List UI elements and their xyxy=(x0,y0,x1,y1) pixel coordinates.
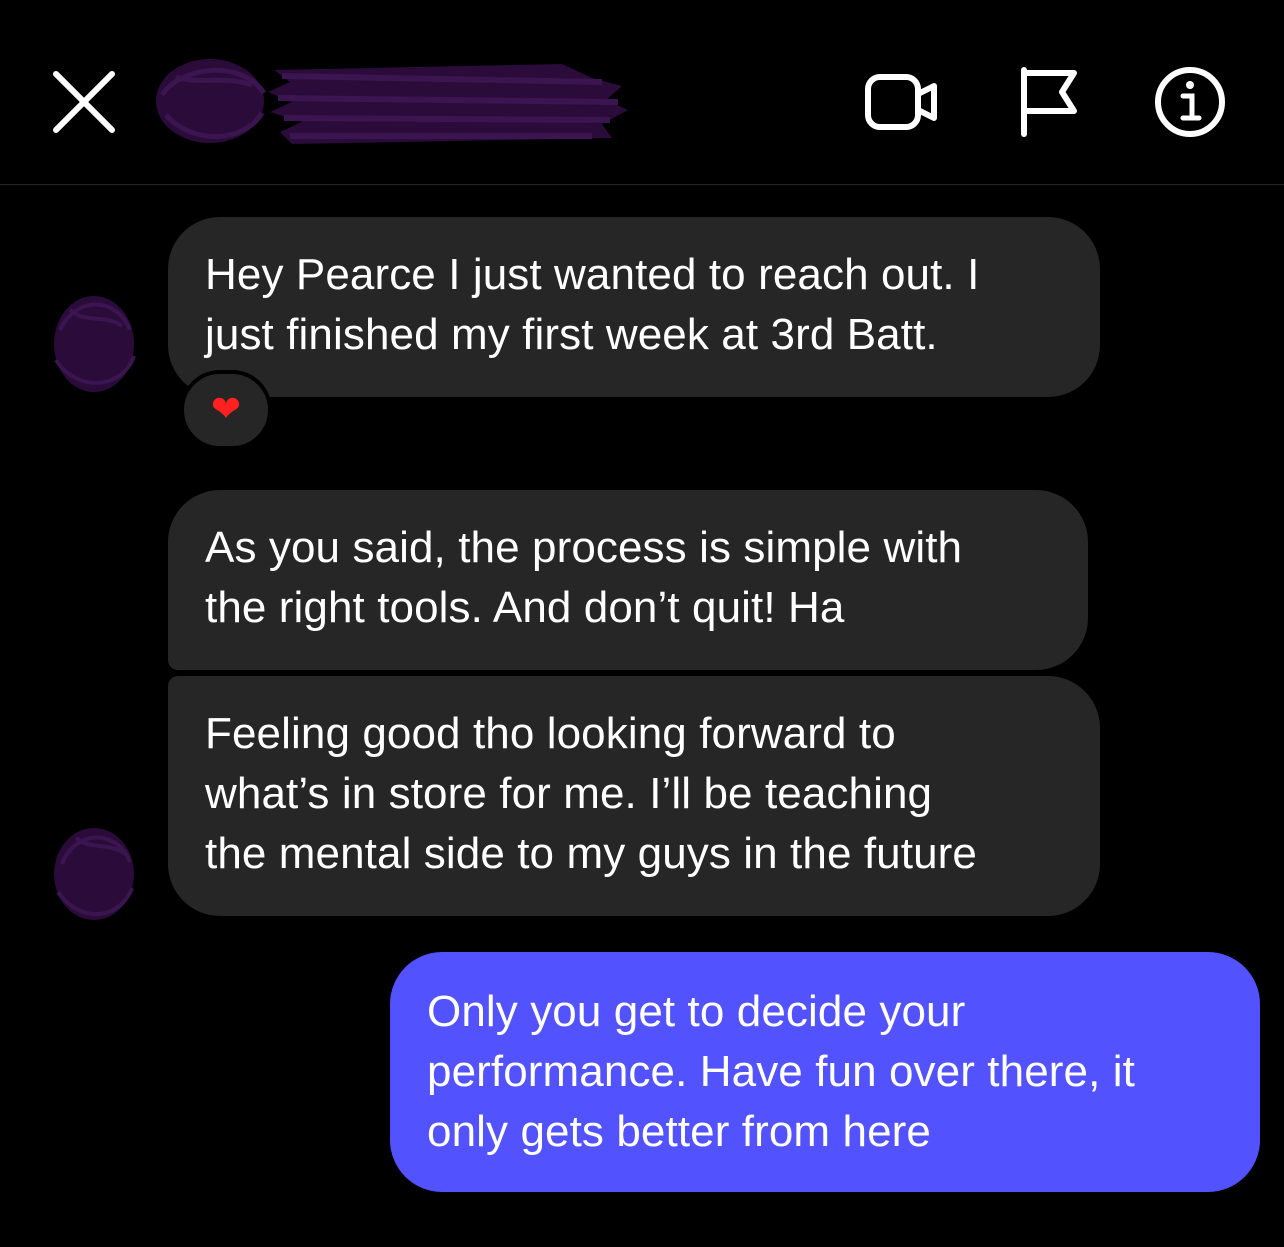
video-call-button[interactable] xyxy=(862,64,942,140)
flag-icon xyxy=(1021,67,1077,137)
conversation-info-button[interactable] xyxy=(1152,62,1228,142)
incoming-message-bubble[interactable]: Hey Pearce I just wanted to reach out. I… xyxy=(168,217,1100,397)
close-button[interactable] xyxy=(48,66,120,138)
redacted-header-avatar[interactable] xyxy=(152,55,272,147)
sender-avatar-redacted[interactable] xyxy=(46,290,138,396)
heart-icon: ❤ xyxy=(210,389,242,430)
heart-reaction-badge[interactable]: ❤ xyxy=(180,370,272,450)
report-flag-button[interactable] xyxy=(1012,64,1092,140)
video-call-icon xyxy=(865,74,937,130)
info-icon xyxy=(1155,67,1225,137)
outgoing-message-bubble[interactable]: Only you get to decide your performance.… xyxy=(390,952,1260,1192)
close-icon xyxy=(53,71,115,133)
sender-avatar-redacted[interactable] xyxy=(46,820,138,926)
incoming-message-bubble[interactable]: Feeling good tho looking forward to what… xyxy=(168,676,1100,916)
chat-header xyxy=(0,0,1284,185)
incoming-message-bubble[interactable]: As you said, the process is simple with … xyxy=(168,490,1088,670)
redacted-username[interactable] xyxy=(262,52,634,152)
